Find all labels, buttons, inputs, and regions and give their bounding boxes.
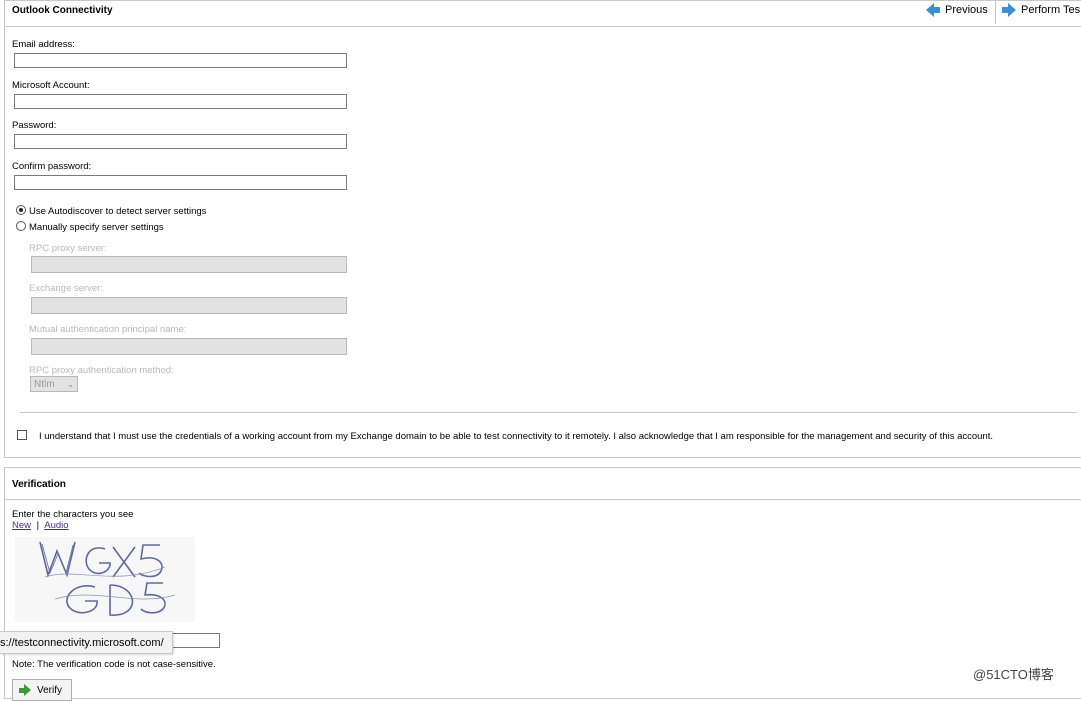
- arrow-right-icon: [1002, 3, 1016, 17]
- previous-button[interactable]: Previous: [926, 3, 988, 17]
- email-input[interactable]: [14, 53, 347, 68]
- toolbar-divider: [995, 0, 996, 24]
- new-captcha-link[interactable]: New: [12, 520, 31, 531]
- perform-test-label: Perform Tes: [1021, 4, 1081, 16]
- verify-arrow-icon: [19, 684, 31, 696]
- ack-divider: [20, 412, 1077, 413]
- previous-label: Previous: [945, 4, 988, 16]
- outlook-connectivity-panel: [4, 0, 1081, 458]
- page-title: Outlook Connectivity: [12, 5, 113, 16]
- autodiscover-radio[interactable]: [16, 205, 26, 215]
- manual-settings-label: Manually specify server settings: [29, 222, 164, 233]
- confirm-password-input[interactable]: [14, 175, 347, 190]
- url-status-tooltip: s://testconnectivity.microsoft.com/: [0, 631, 173, 654]
- rpc-auth-method-label: RPC proxy authentication method:: [29, 365, 174, 376]
- autodiscover-label: Use Autodiscover to detect server settin…: [29, 206, 207, 217]
- captcha-graphic: [39, 541, 176, 616]
- exchange-server-input: [31, 297, 347, 314]
- verification-title: Verification: [12, 479, 66, 490]
- rpc-proxy-label: RPC proxy server:: [29, 243, 107, 254]
- password-input[interactable]: [14, 134, 347, 149]
- verification-divider: [4, 499, 1081, 500]
- microsoft-account-input[interactable]: [14, 94, 347, 109]
- link-separator: |: [36, 520, 40, 531]
- audio-captcha-link[interactable]: Audio: [44, 520, 68, 531]
- case-sensitivity-note: Note: The verification code is not case-…: [12, 659, 216, 670]
- rpc-auth-method-select: Ntlm ⌄: [30, 376, 78, 392]
- watermark: @51CTO博客: [973, 667, 1054, 682]
- captcha-image: [15, 537, 195, 622]
- header-divider: [4, 26, 1081, 27]
- arrow-left-icon: [926, 3, 940, 17]
- mutual-auth-input: [31, 338, 347, 355]
- verify-button[interactable]: Verify: [12, 679, 72, 701]
- chevron-down-icon: ⌄: [67, 379, 74, 389]
- manual-settings-radio[interactable]: [16, 221, 26, 231]
- acknowledge-checkbox[interactable]: [17, 430, 27, 440]
- url-status-text: s://testconnectivity.microsoft.com/: [0, 636, 164, 649]
- mutual-auth-label: Mutual authentication principal name:: [29, 324, 187, 335]
- exchange-server-label: Exchange server:: [29, 283, 103, 294]
- captcha-instruction: Enter the characters you see: [12, 509, 134, 520]
- confirm-password-label: Confirm password:: [12, 161, 92, 172]
- microsoft-account-label: Microsoft Account:: [12, 80, 90, 91]
- rpc-auth-method-value: Ntlm: [34, 378, 55, 390]
- acknowledge-text: I understand that I must use the credent…: [39, 431, 994, 442]
- password-label: Password:: [12, 120, 57, 131]
- verify-label: Verify: [37, 684, 63, 696]
- rpc-proxy-input: [31, 256, 347, 273]
- captcha-links: New | Audio: [12, 520, 69, 531]
- email-label: Email address:: [12, 39, 75, 50]
- perform-test-button[interactable]: Perform Tes: [1002, 3, 1080, 17]
